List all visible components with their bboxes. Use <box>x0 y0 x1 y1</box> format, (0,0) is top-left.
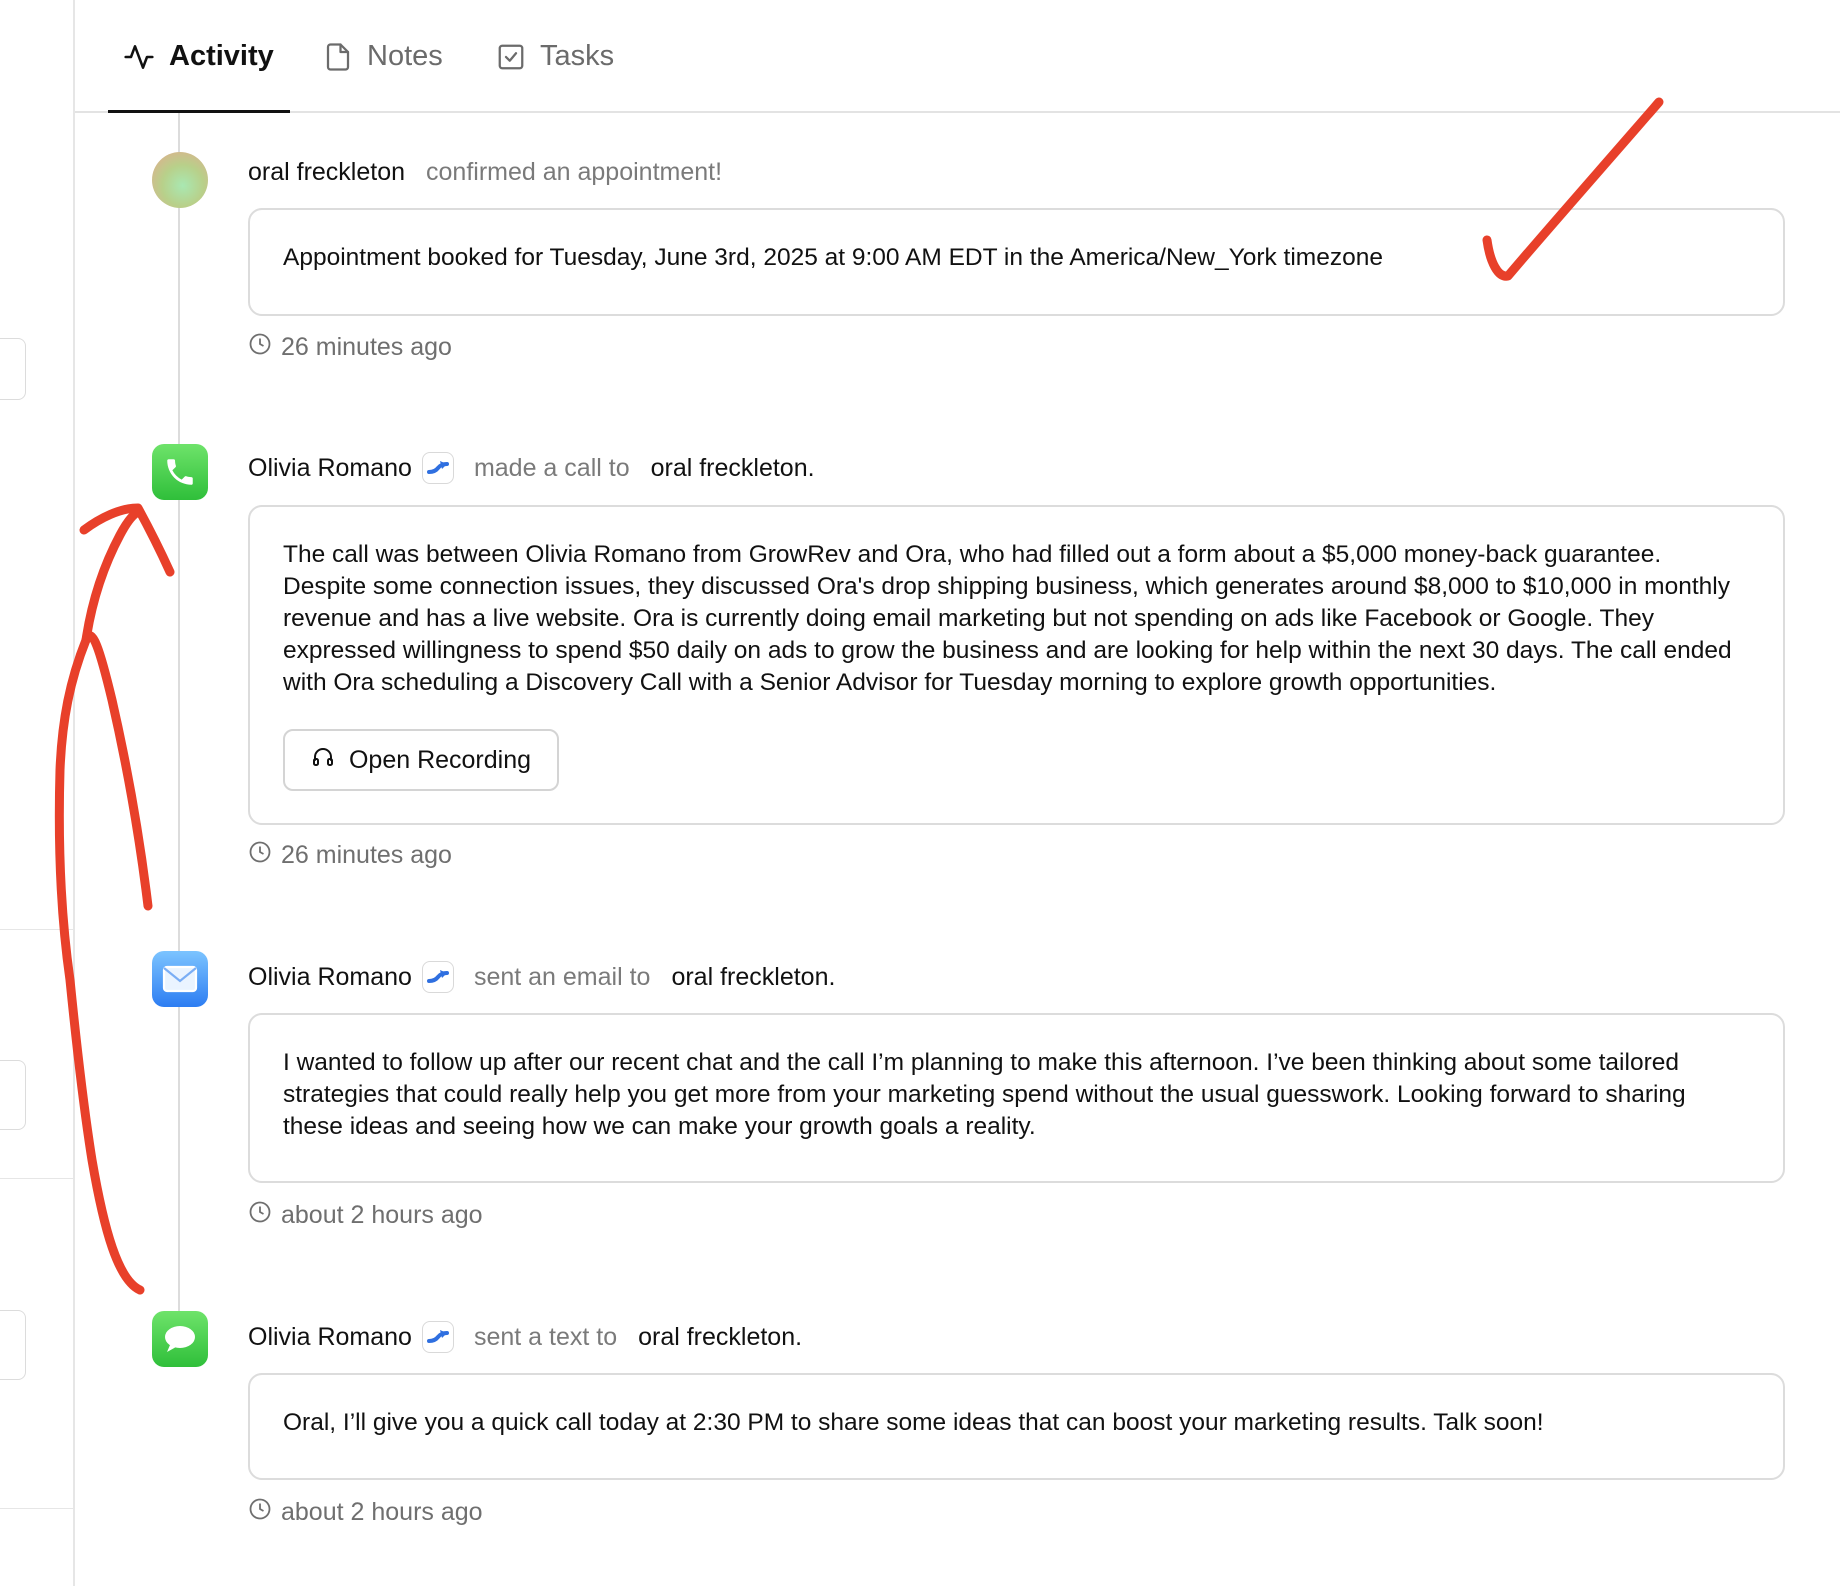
entry-timestamp: about 2 hours ago <box>248 1200 483 1231</box>
call-summary-text: The call was between Olivia Romano from … <box>283 541 1732 696</box>
tasks-icon <box>496 42 526 72</box>
entry-header: Olivia Romano sent an email to oral frec… <box>248 961 835 993</box>
ai-agent-badge-icon <box>421 1321 454 1353</box>
clock-icon <box>248 1200 272 1231</box>
left-panel-card-stub[interactable] <box>0 338 26 400</box>
notes-icon <box>323 41 353 73</box>
phone-icon <box>152 444 208 500</box>
tab-activity-label: Activity <box>169 40 274 72</box>
actor-name[interactable]: Olivia Romano <box>248 963 412 992</box>
clock-icon <box>248 840 272 871</box>
text-message-body: Oral, I’ll give you a quick call today a… <box>283 1409 1544 1436</box>
red-arrow-shaft-annotation <box>81 507 143 645</box>
entry-timestamp: 26 minutes ago <box>248 840 452 871</box>
message-icon <box>152 1311 208 1367</box>
ai-agent-badge-icon <box>421 452 454 484</box>
target-name[interactable]: oral freckleton. <box>671 963 835 992</box>
email-card: I wanted to follow up after our recent c… <box>248 1013 1785 1183</box>
active-tab-indicator <box>108 110 290 113</box>
appointment-card: Appointment booked for Tuesday, June 3rd… <box>248 208 1785 316</box>
activity-verb: sent a text to <box>473 1322 618 1351</box>
activity-verb: made a call to <box>473 453 630 482</box>
target-name[interactable]: oral freckleton. <box>638 1323 802 1352</box>
left-panel-divider <box>0 1508 74 1509</box>
left-panel-card-stub[interactable] <box>0 1060 26 1130</box>
call-summary-card: The call was between Olivia Romano from … <box>248 505 1785 825</box>
entry-header: Olivia Romano made a call to oral freckl… <box>248 452 815 484</box>
left-panel-card-stub[interactable] <box>0 1310 26 1380</box>
open-recording-button[interactable]: Open Recording <box>283 729 559 791</box>
entry-header: Olivia Romano sent a text to oral freckl… <box>248 1321 802 1353</box>
timestamp-text: 26 minutes ago <box>281 841 452 869</box>
timestamp-text: 26 minutes ago <box>281 333 452 361</box>
clock-icon <box>248 1497 272 1528</box>
timeline-line <box>178 113 180 1313</box>
tab-tasks[interactable]: Tasks <box>496 0 614 113</box>
red-arrowhead-annotation <box>79 503 175 577</box>
timestamp-text: about 2 hours ago <box>281 1498 483 1526</box>
actor-name[interactable]: Olivia Romano <box>248 1323 412 1352</box>
left-panel-edge <box>0 0 75 1586</box>
text-message-card: Oral, I’ll give you a quick call today a… <box>248 1373 1785 1480</box>
activity-icon <box>123 41 155 73</box>
ai-agent-badge-icon <box>421 961 454 993</box>
target-name[interactable]: oral freckleton. <box>651 454 815 483</box>
mail-icon <box>152 951 208 1007</box>
activity-verb: confirmed an appointment! <box>426 158 723 186</box>
open-recording-label: Open Recording <box>348 746 532 774</box>
left-panel-divider <box>0 929 74 930</box>
left-panel-divider <box>0 1178 74 1179</box>
clock-icon <box>248 332 272 363</box>
activity-verb: sent an email to <box>473 962 651 991</box>
email-body-text: I wanted to follow up after our recent c… <box>283 1049 1686 1140</box>
tab-activity[interactable]: Activity <box>123 0 274 113</box>
entry-timestamp: about 2 hours ago <box>248 1497 483 1528</box>
tab-tasks-label: Tasks <box>540 40 615 72</box>
actor-name[interactable]: Olivia Romano <box>248 454 412 483</box>
entry-timestamp: 26 minutes ago <box>248 332 452 363</box>
tab-bar: Activity Notes Tasks <box>75 0 1840 113</box>
appointment-text: Appointment booked for Tuesday, June 3rd… <box>283 244 1383 271</box>
headphones-icon <box>311 744 335 776</box>
entry-header: oral freckleton confirmed an appointment… <box>248 158 743 187</box>
tab-notes-label: Notes <box>367 40 443 72</box>
actor-name[interactable]: oral freckleton <box>248 158 405 187</box>
contact-avatar <box>152 152 208 208</box>
timestamp-text: about 2 hours ago <box>281 1201 483 1229</box>
tab-notes[interactable]: Notes <box>323 0 443 113</box>
